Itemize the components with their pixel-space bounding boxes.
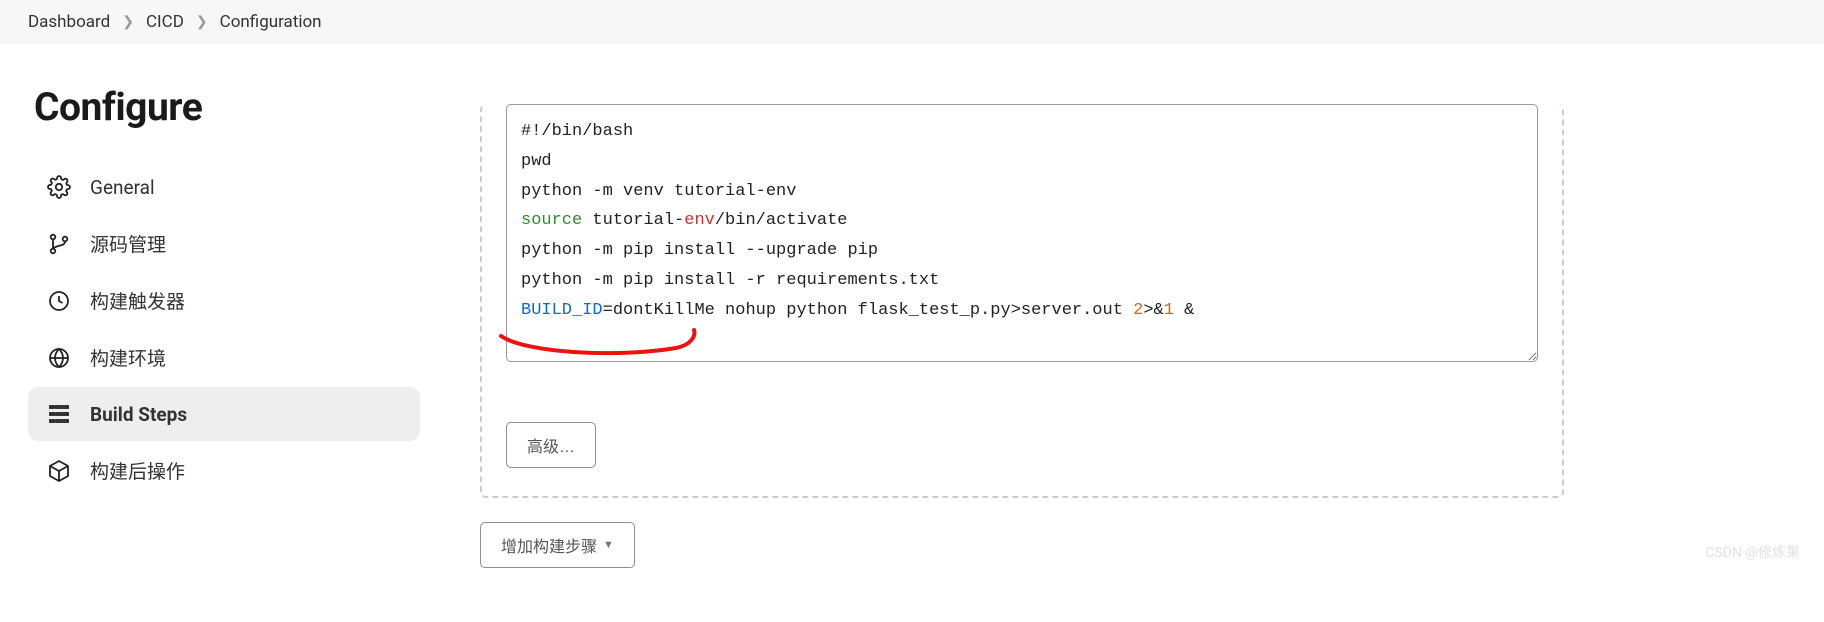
sidebar-item-label: 构建触发器 [90,287,185,314]
code-line: python -m pip install --upgrade pip [521,241,878,260]
sidebar-item-general[interactable]: General [28,160,420,214]
sidebar-item-build-steps[interactable]: Build Steps [28,387,420,441]
sidebar-item-postbuild[interactable]: 构建后操作 [28,443,420,498]
sidebar-item-label: 源码管理 [90,230,166,257]
breadcrumb: Dashboard ❯ CICD ❯ Configuration [0,0,1824,44]
branch-icon [46,231,72,257]
add-build-step-label: 增加构建步骤 [501,533,597,557]
page-title: Configure [34,84,420,130]
sidebar: Configure General 源码管理 构建触发器 构建环境 [0,44,440,500]
sidebar-item-triggers[interactable]: 构建触发器 [28,273,420,328]
code-line: BUILD_ID=dontKillMe nohup python flask_t… [521,301,1194,320]
breadcrumb-item-dashboard[interactable]: Dashboard [28,12,110,32]
sidebar-item-environment[interactable]: 构建环境 [28,330,420,385]
clock-icon [46,288,72,314]
code-line: python -m venv tutorial-env [521,182,796,201]
chevron-right-icon: ❯ [122,14,134,30]
shell-command-textarea[interactable]: #!/bin/bash pwd python -m venv tutorial-… [506,104,1538,362]
chevron-right-icon: ❯ [196,14,208,30]
sidebar-item-label: 构建后操作 [90,457,185,484]
add-build-step-button[interactable]: 增加构建步骤 ▼ [480,522,635,568]
code-line: #!/bin/bash [521,122,633,141]
sidebar-item-label: Build Steps [90,403,187,426]
advanced-button-label: 高级… [527,433,575,457]
breadcrumb-item-configuration[interactable]: Configuration [220,12,322,32]
code-line: source tutorial-env/bin/activate [521,211,847,230]
caret-down-icon: ▼ [603,539,614,551]
steps-icon [46,401,72,427]
globe-icon [46,345,72,371]
build-step-panel: #!/bin/bash pwd python -m venv tutorial-… [480,104,1564,498]
box-icon [46,458,72,484]
watermark: CSDN @修炼果 [1705,542,1800,562]
main-content: #!/bin/bash pwd python -m venv tutorial-… [440,44,1824,588]
code-line: pwd [521,152,552,171]
sidebar-item-label: General [90,176,155,199]
sidebar-item-scm[interactable]: 源码管理 [28,216,420,271]
code-line: python -m pip install -r requirements.tx… [521,271,939,290]
sidebar-item-label: 构建环境 [90,344,166,371]
advanced-button[interactable]: 高级… [506,422,596,468]
breadcrumb-item-cicd[interactable]: CICD [146,12,184,32]
gear-icon [46,174,72,200]
